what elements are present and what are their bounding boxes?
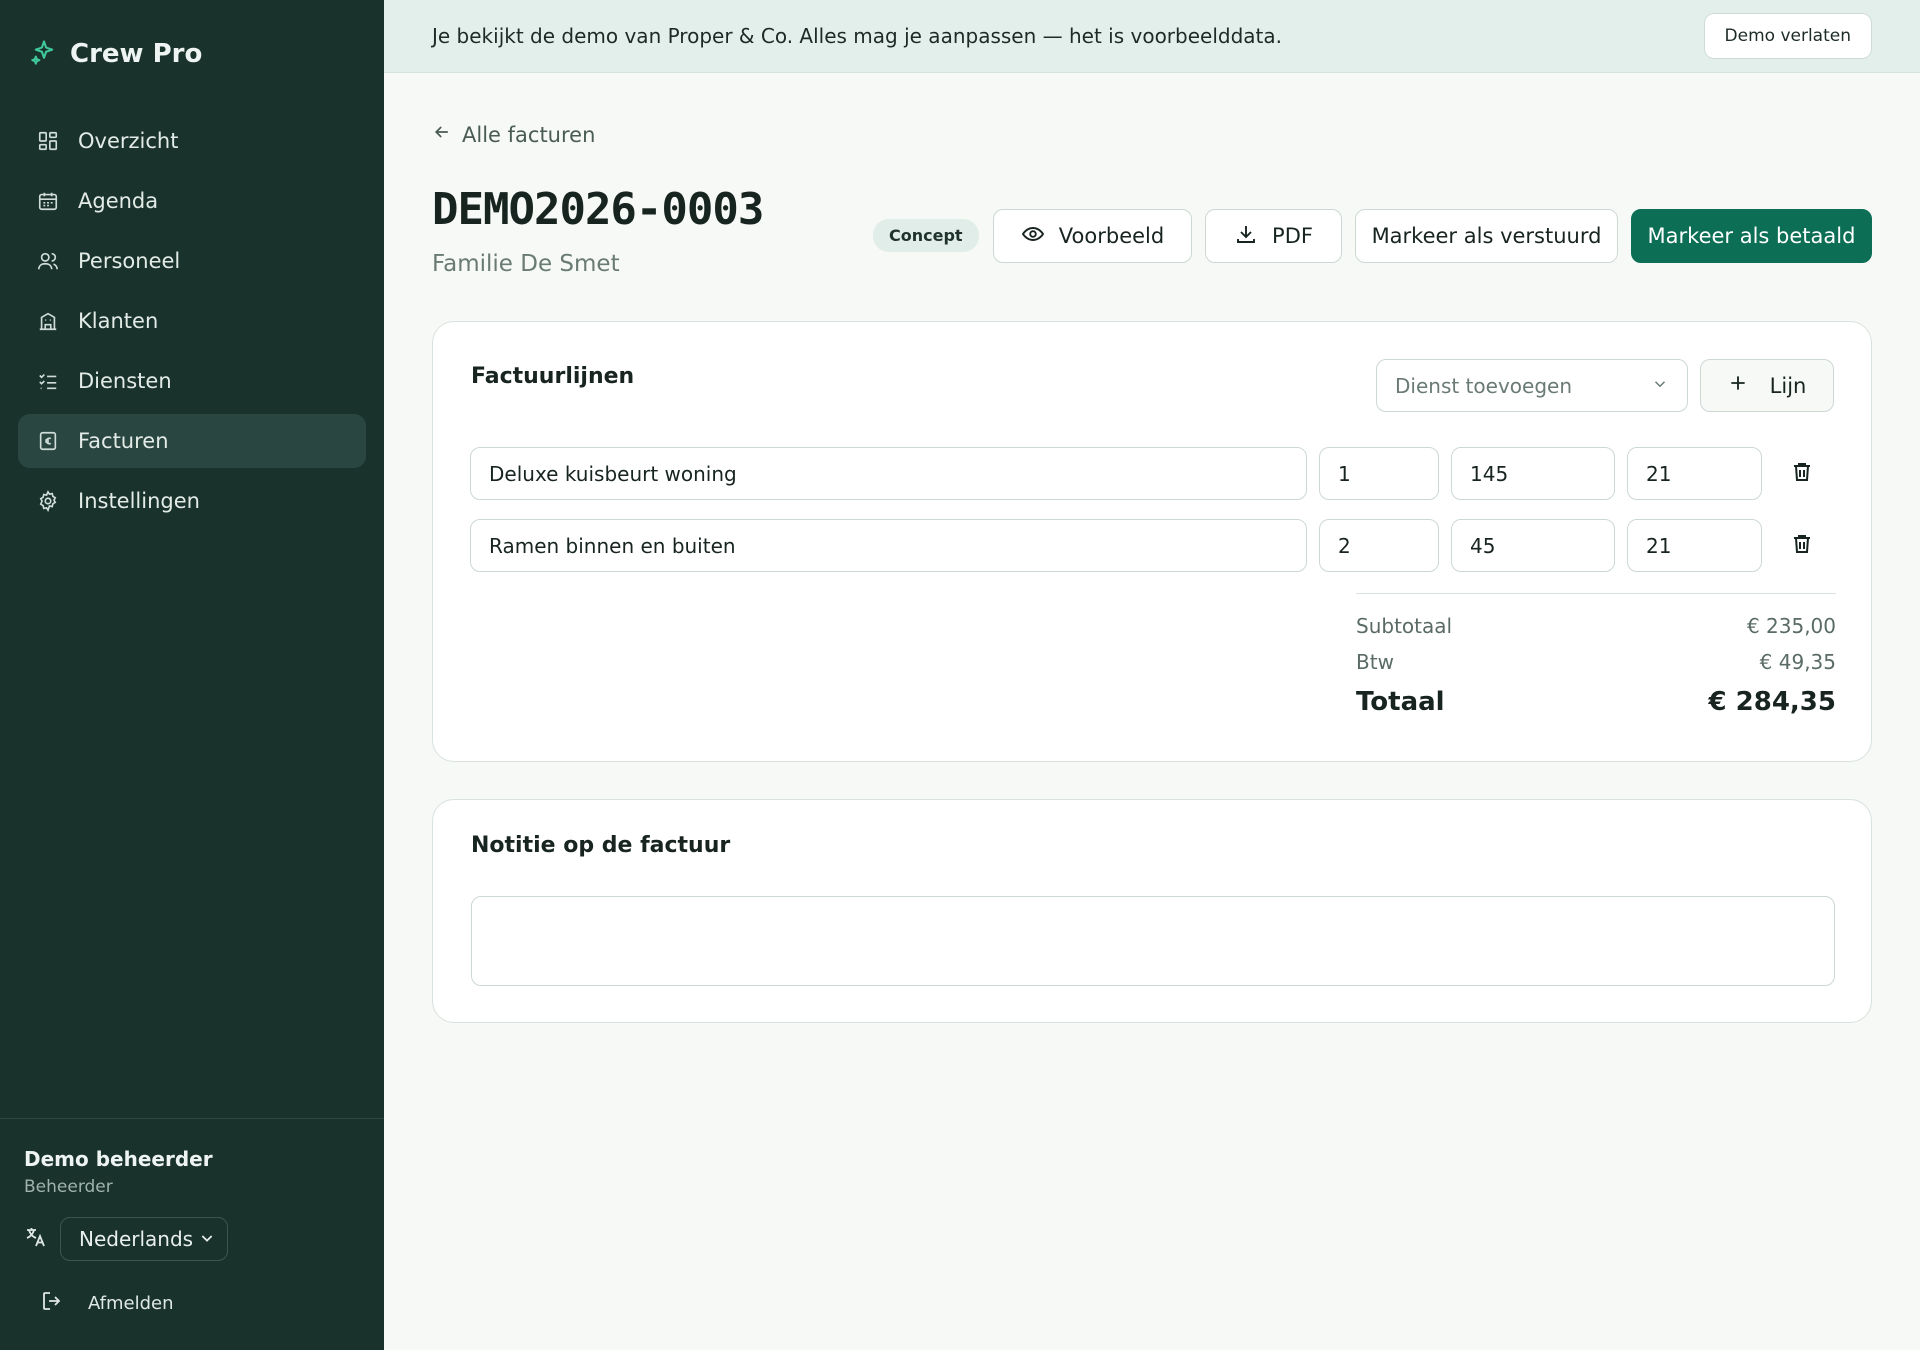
logout-label: Afmelden [88, 1293, 174, 1314]
sidebar-item-personeel[interactable]: Personeel [18, 234, 366, 288]
line-vat-input[interactable]: 21 [1627, 519, 1762, 572]
vat-value: € 49,35 [1759, 650, 1836, 674]
line-vat-input[interactable]: 21 [1627, 447, 1762, 500]
sidebar-item-label: Diensten [78, 369, 172, 393]
line-description-input[interactable]: Ramen binnen en buiten [470, 519, 1307, 572]
logout-icon [40, 1289, 64, 1318]
invoice-lines-title: Factuurlijnen [471, 364, 635, 389]
mark-sent-button[interactable]: Markeer als verstuurd [1355, 209, 1618, 263]
calendar-icon [36, 189, 60, 213]
pdf-label: PDF [1272, 224, 1313, 248]
add-service-placeholder: Dienst toevoegen [1395, 373, 1572, 398]
preview-button[interactable]: Voorbeeld [993, 209, 1192, 263]
subtotal-value: € 235,00 [1746, 614, 1836, 638]
chevron-down-icon [1651, 374, 1669, 398]
demo-banner: Je bekijkt de demo van Proper & Co. Alle… [384, 0, 1920, 73]
preview-label: Voorbeeld [1058, 224, 1165, 248]
subtotal-label: Subtotaal [1356, 614, 1453, 638]
invoice-client: Familie De Smet [432, 251, 620, 277]
status-badge: Concept [873, 219, 979, 252]
add-service-select[interactable]: Dienst toevoegen [1376, 359, 1688, 412]
sparkle-icon [30, 38, 58, 70]
vat-label: Btw [1356, 650, 1394, 674]
leave-demo-button[interactable]: Demo verlaten [1703, 13, 1872, 59]
sidebar-item-label: Personeel [78, 249, 181, 273]
delete-line-button[interactable] [1787, 459, 1817, 489]
invoice-totals: Subtotaal € 235,00 Btw € 49,35 Totaal € … [1356, 593, 1836, 717]
dashboard-icon [36, 129, 60, 153]
trash-icon [1790, 532, 1814, 560]
line-price-input[interactable]: 45 [1451, 519, 1615, 572]
sidebar-item-klanten[interactable]: Klanten [18, 294, 366, 348]
back-link-label: Alle facturen [462, 122, 596, 147]
invoice-euro-icon [36, 429, 60, 453]
invoice-lines-card: Factuurlijnen Dienst toevoegen Lijn Delu… [432, 321, 1872, 762]
sidebar-item-facturen[interactable]: Facturen [18, 414, 366, 468]
sidebar-item-label: Klanten [78, 309, 159, 333]
sidebar-footer: Demo beheerder Beheerder Nederlands Afme… [0, 1118, 384, 1314]
language-value: Nederlands [79, 1227, 194, 1251]
logout-button[interactable]: Afmelden [40, 1289, 174, 1318]
vat-row: Btw € 49,35 [1356, 650, 1836, 674]
sidebar-item-overzicht[interactable]: Overzicht [18, 114, 366, 168]
invoice-note-textarea[interactable] [471, 896, 1835, 986]
sidebar-item-label: Agenda [78, 189, 159, 213]
language-row: Nederlands [24, 1217, 228, 1261]
download-icon [1234, 222, 1258, 251]
translate-icon [24, 1225, 48, 1253]
chevron-down-icon [199, 1227, 215, 1251]
add-line-label: Lijn [1769, 373, 1807, 398]
language-select[interactable]: Nederlands [60, 1217, 228, 1261]
brand-name: Crew Pro [70, 39, 203, 69]
mark-paid-button[interactable]: Markeer als betaald [1631, 209, 1872, 263]
sidebar-item-label: Overzicht [78, 129, 179, 153]
main-nav: Overzicht Agenda Personeel Klanten Diens… [18, 114, 366, 534]
total-row: Totaal € 284,35 [1356, 687, 1836, 717]
trash-icon [1790, 460, 1814, 488]
user-name: Demo beheerder [24, 1147, 213, 1171]
subtotal-row: Subtotaal € 235,00 [1356, 614, 1836, 638]
total-label: Totaal [1356, 687, 1445, 717]
user-role: Beheerder [24, 1177, 113, 1197]
total-value: € 284,35 [1708, 687, 1836, 717]
back-to-invoices-link[interactable]: Alle facturen [432, 122, 595, 147]
invoice-note-card: Notitie op de factuur [432, 799, 1872, 1023]
building-icon [36, 309, 60, 333]
brand[interactable]: Crew Pro [30, 38, 202, 70]
plus-icon [1728, 373, 1748, 398]
sidebar-item-instellingen[interactable]: Instellingen [18, 474, 366, 528]
sidebar-item-label: Instellingen [78, 489, 200, 513]
pdf-button[interactable]: PDF [1205, 209, 1342, 263]
invoice-note-title: Notitie op de factuur [471, 833, 731, 858]
sidebar-item-label: Facturen [78, 429, 169, 453]
line-quantity-input[interactable]: 1 [1319, 447, 1439, 500]
add-line-button[interactable]: Lijn [1700, 359, 1834, 412]
gear-icon [36, 489, 60, 513]
eye-icon [1021, 222, 1045, 251]
line-quantity-input[interactable]: 2 [1319, 519, 1439, 572]
sidebar: Crew Pro Overzicht Agenda Personeel Klan… [0, 0, 384, 1350]
line-price-input[interactable]: 145 [1451, 447, 1615, 500]
invoice-number: DEMO2026-0003 [432, 184, 764, 235]
delete-line-button[interactable] [1787, 531, 1817, 561]
arrow-left-icon [432, 122, 452, 147]
sidebar-item-diensten[interactable]: Diensten [18, 354, 366, 408]
list-check-icon [36, 369, 60, 393]
users-icon [36, 249, 60, 273]
sidebar-item-agenda[interactable]: Agenda [18, 174, 366, 228]
demo-banner-text: Je bekijkt de demo van Proper & Co. Alle… [432, 24, 1282, 48]
line-description-input[interactable]: Deluxe kuisbeurt woning [470, 447, 1307, 500]
